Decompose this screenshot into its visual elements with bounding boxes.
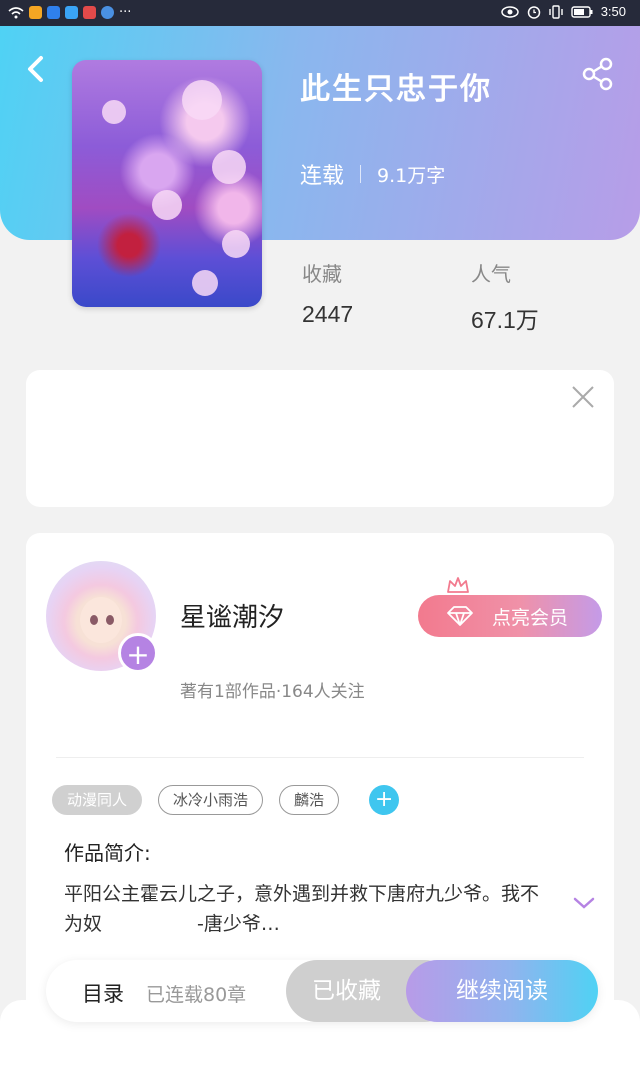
share-icon[interactable] xyxy=(580,56,616,92)
app-notification-icon xyxy=(65,6,78,19)
cover-blossom xyxy=(152,190,182,220)
more-notifications-icon: ··· xyxy=(119,5,132,20)
add-tag-button[interactable]: + xyxy=(369,785,400,815)
follow-author-button[interactable]: + xyxy=(118,633,158,673)
alarm-icon xyxy=(527,5,540,19)
book-meta: 连载 9.1万字 xyxy=(300,158,445,190)
eye-icon xyxy=(500,5,519,18)
author-info: 著有1部作品·164人关注 xyxy=(180,682,365,702)
app-notification-icon xyxy=(83,6,96,19)
vibrate-icon xyxy=(548,4,563,19)
book-title: 此生只忠于你 xyxy=(300,72,492,107)
cover-blossom xyxy=(212,150,246,184)
crown-icon xyxy=(447,577,469,593)
chapter-count: 已连载80章 xyxy=(146,984,247,1006)
cover-blossom xyxy=(192,270,218,296)
close-icon[interactable] xyxy=(570,384,596,410)
tag-item[interactable]: 冰冷小雨浩 xyxy=(158,785,264,815)
avatar-eye xyxy=(106,615,114,625)
popularity-stat: 人气 67.1万 xyxy=(471,258,539,335)
app-notification-icon xyxy=(29,6,42,19)
vip-button-label: 点亮会员 xyxy=(492,606,569,629)
popularity-value: 67.1万 xyxy=(471,307,539,333)
favorites-label: 收藏 xyxy=(302,262,342,286)
author-name[interactable]: 星谧潮汐 xyxy=(180,597,284,634)
clock: 3:50 xyxy=(600,4,626,19)
tag-item[interactable]: 麟浩 xyxy=(279,785,340,815)
diamond-icon xyxy=(447,606,473,626)
bottom-action-bar: 目录 已连载80章 已收藏 继续阅读 xyxy=(46,960,598,1022)
wifi-icon xyxy=(8,6,24,18)
tag-list: 动漫同人 冰冷小雨浩 麟浩 + xyxy=(52,785,400,815)
toc-button[interactable]: 目录 xyxy=(82,978,124,1008)
intro-text: 平阳公主霍云儿之子，意外遇到并救下唐府九少爷。我不为奴 -唐少爷… xyxy=(64,883,540,935)
ad-card xyxy=(26,370,614,507)
avatar-eye xyxy=(90,615,98,625)
cover-blossom xyxy=(182,80,222,120)
intro-heading: 作品简介: xyxy=(64,841,151,865)
popularity-label: 人气 xyxy=(471,262,511,286)
favorites-value: 2447 xyxy=(302,301,354,327)
status-icons-left: ··· xyxy=(8,5,131,20)
back-arrow-icon[interactable] xyxy=(22,54,50,84)
meta-divider xyxy=(360,165,362,183)
cover-blossom xyxy=(102,100,126,124)
book-status: 连载 xyxy=(300,164,345,189)
battery-icon xyxy=(570,5,593,18)
chevron-down-icon[interactable] xyxy=(572,895,596,911)
status-bar: ··· 3:50 xyxy=(0,0,640,26)
status-icons-right: 3:50 xyxy=(500,4,626,19)
vip-button[interactable]: 点亮会员 xyxy=(418,595,602,637)
continue-reading-button[interactable]: 继续阅读 xyxy=(406,960,598,1022)
book-cover[interactable] xyxy=(72,60,262,307)
divider xyxy=(56,757,584,758)
avatar-face xyxy=(80,597,122,643)
tag-item[interactable]: 动漫同人 xyxy=(52,785,143,815)
cover-blossom xyxy=(222,230,250,258)
app-notification-icon xyxy=(47,6,60,19)
word-count: 9.1万字 xyxy=(377,164,446,187)
app-notification-icon xyxy=(101,6,114,19)
favorites-stat: 收藏 2447 xyxy=(302,258,353,328)
